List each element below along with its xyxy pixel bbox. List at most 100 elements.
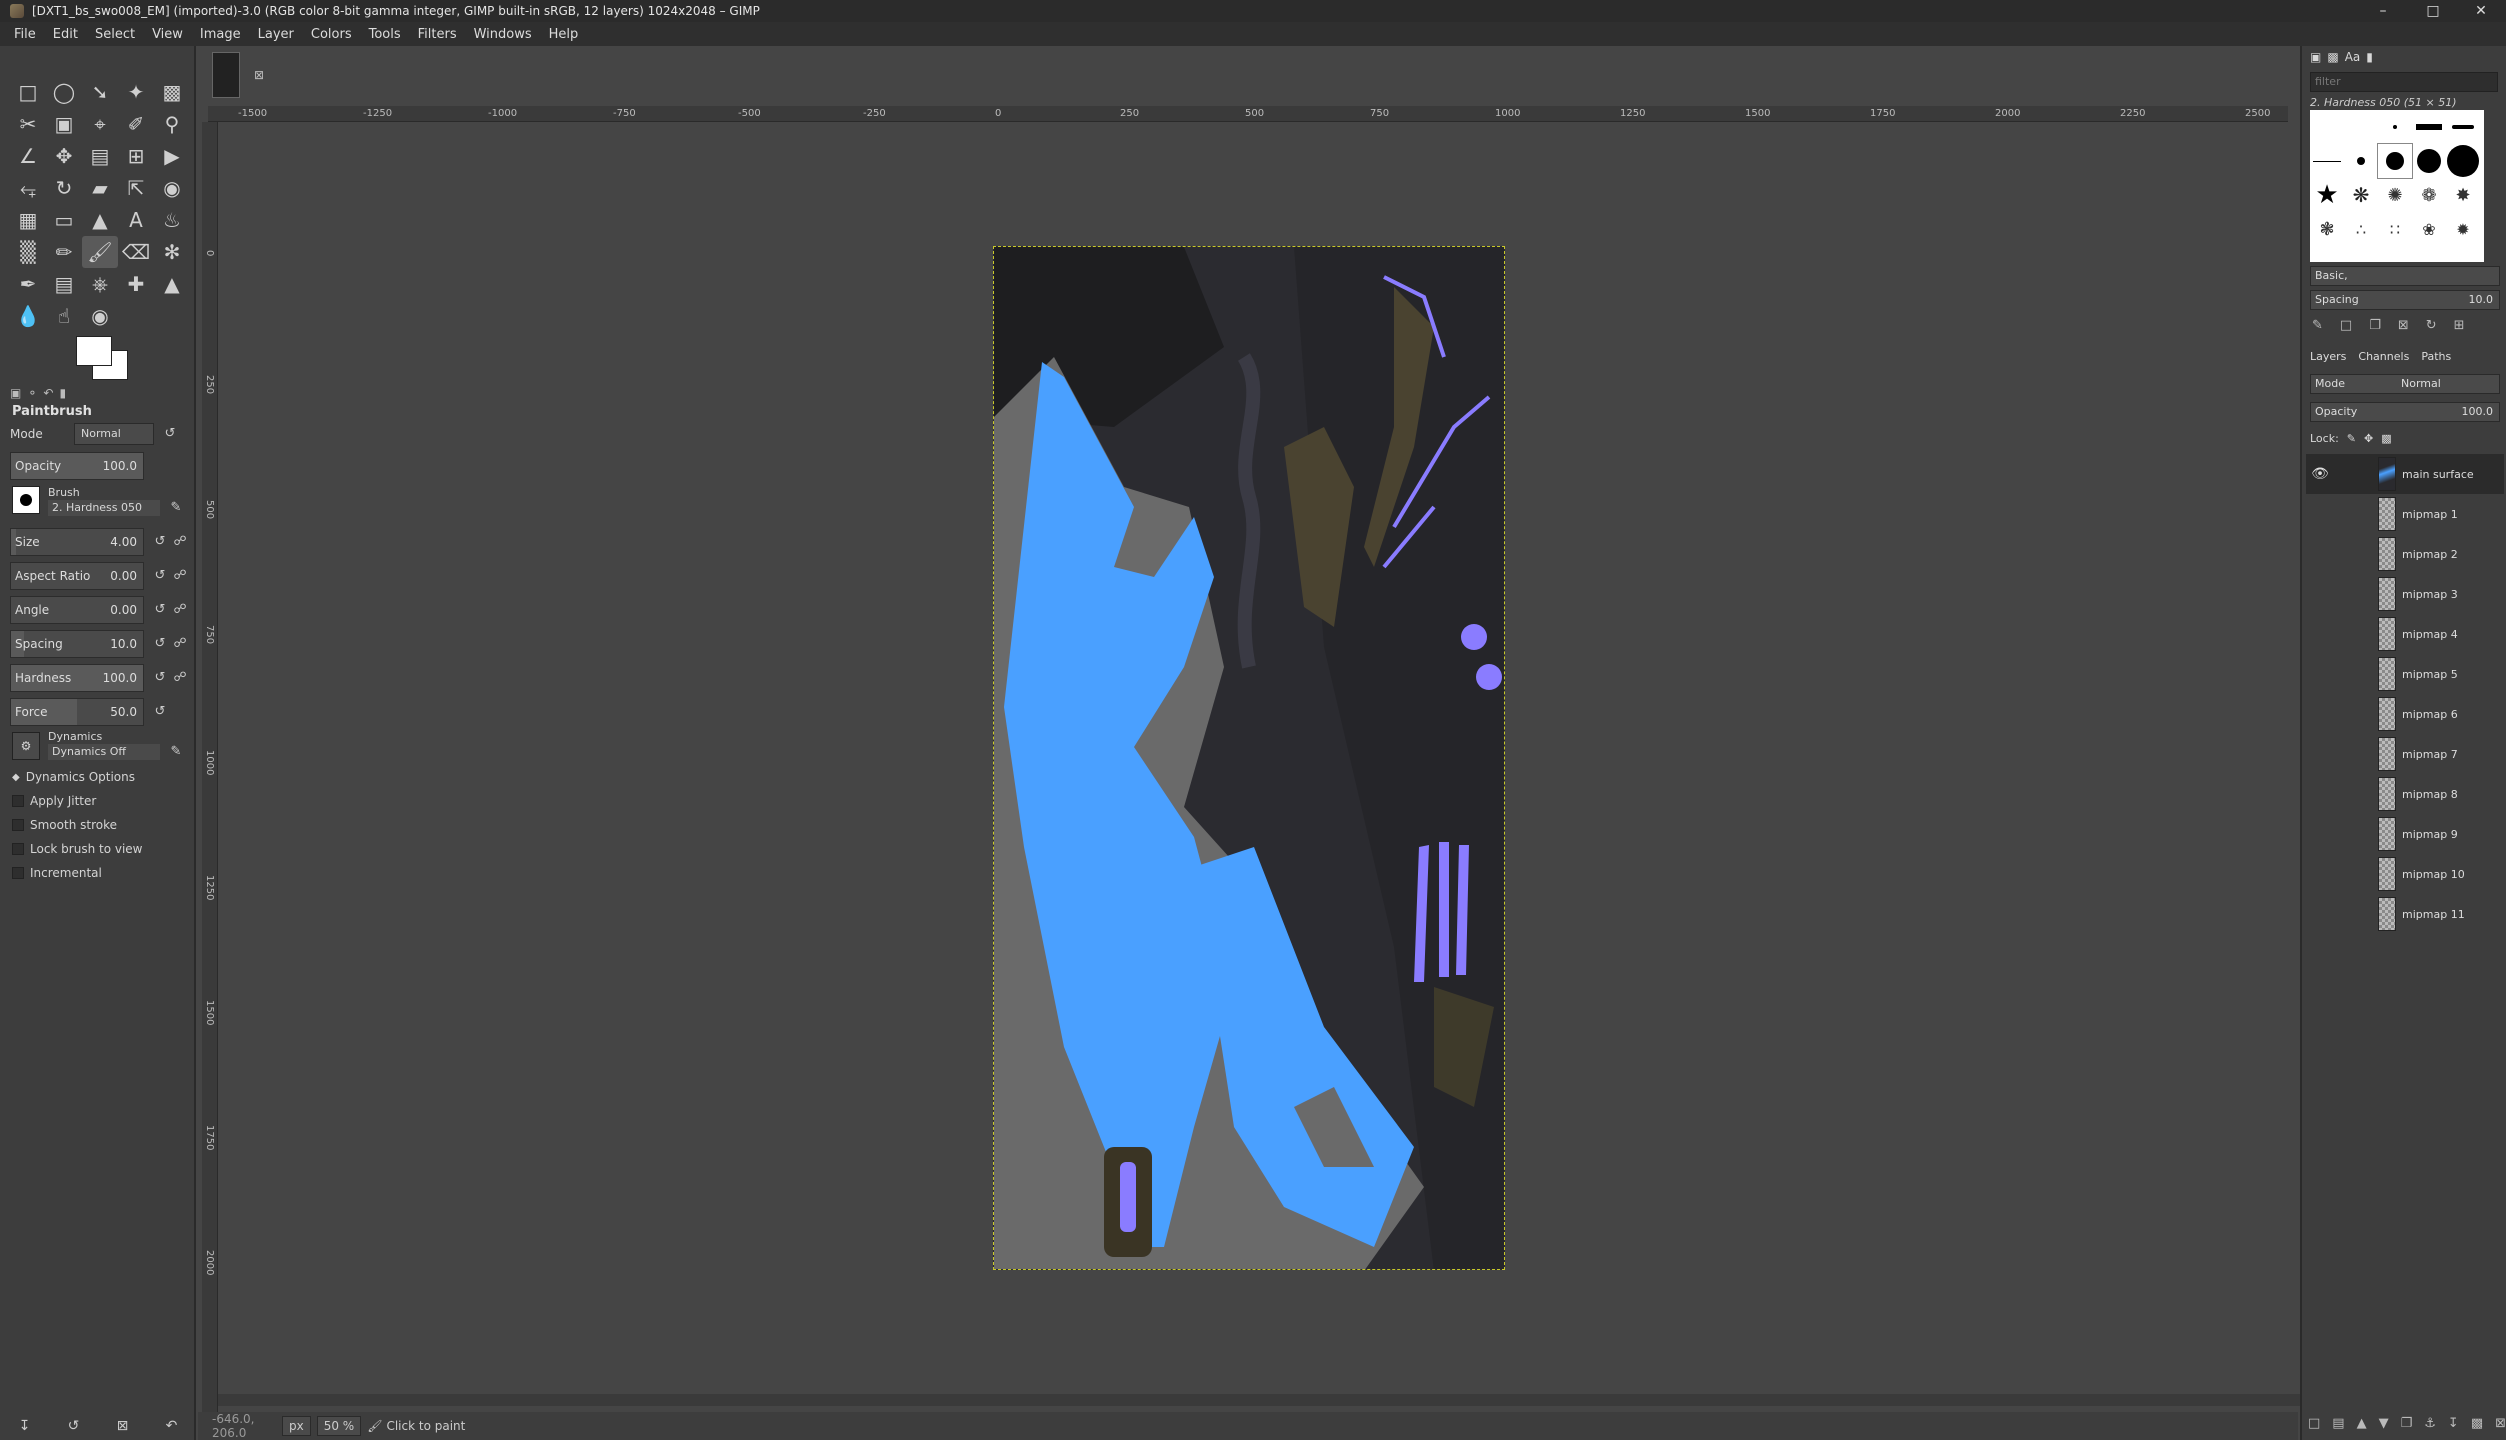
- color-picker-icon[interactable]: ✐: [118, 108, 154, 140]
- foreground-select-icon[interactable]: ▣: [46, 108, 82, 140]
- ink-icon[interactable]: ✒: [10, 268, 46, 300]
- hardness-link-icon[interactable]: ☍: [170, 666, 190, 690]
- incremental-checkbox[interactable]: Incremental: [12, 866, 102, 880]
- brushes-tab-icon[interactable]: ▣: [2310, 50, 2321, 64]
- perspective-icon[interactable]: ◉: [154, 172, 190, 204]
- new-layer-group-icon[interactable]: ▤: [2332, 1416, 2344, 1431]
- crop-icon[interactable]: ⌖: [82, 108, 118, 140]
- image-tab-thumbnail[interactable]: [212, 52, 240, 98]
- duplicate-brush-icon[interactable]: ❐: [2369, 318, 2381, 333]
- measure-icon[interactable]: ∠: [10, 140, 46, 172]
- restore-options-icon[interactable]: ↺: [68, 1418, 80, 1434]
- size-reset-icon[interactable]: ↺: [150, 530, 170, 554]
- tab-layers[interactable]: Layers: [2310, 350, 2346, 363]
- bucket-fill-icon[interactable]: ♨: [154, 204, 190, 236]
- close-button[interactable]: ✕: [2458, 0, 2504, 22]
- brush-name-field[interactable]: 2. Hardness 050: [48, 500, 160, 516]
- fg-bg-colors[interactable]: [76, 336, 136, 386]
- edit-dynamics-icon[interactable]: ✎: [166, 740, 186, 764]
- menu-help[interactable]: Help: [549, 27, 579, 42]
- patterns-tab-icon[interactable]: ▩: [2327, 50, 2338, 64]
- layer-row[interactable]: mipmap 7: [2306, 734, 2504, 774]
- move-icon[interactable]: ✥: [46, 140, 82, 172]
- cage-icon[interactable]: ▭: [46, 204, 82, 236]
- unit-dropdown[interactable]: px: [282, 1416, 311, 1436]
- crop-tool-icon[interactable]: ⊞: [118, 140, 154, 172]
- lock-brush-checkbox[interactable]: Lock brush to view: [12, 842, 143, 856]
- images-tab-icon[interactable]: ▮: [59, 386, 66, 400]
- menu-select[interactable]: Select: [95, 27, 135, 42]
- align-icon[interactable]: ▤: [82, 140, 118, 172]
- opacity-slider[interactable]: Opacity 100.0: [10, 452, 144, 480]
- delete-brush-icon[interactable]: ⊠: [2398, 318, 2409, 333]
- minimize-button[interactable]: –: [2360, 0, 2406, 22]
- reset-options-icon[interactable]: ↶: [166, 1418, 178, 1434]
- menu-tools[interactable]: Tools: [369, 27, 401, 42]
- lock-alpha-icon[interactable]: ▩: [2381, 432, 2391, 445]
- hardness-slider[interactable]: Hardness 100.0: [10, 664, 144, 692]
- tab-channels[interactable]: Channels: [2358, 350, 2409, 363]
- dynamics-options-expander[interactable]: ◆ Dynamics Options: [12, 770, 135, 784]
- raise-layer-icon[interactable]: ▲: [2357, 1416, 2367, 1431]
- size-slider[interactable]: Size 4.00: [10, 528, 144, 556]
- brush-preset-dropdown[interactable]: Basic,: [2310, 266, 2500, 286]
- new-brush-icon[interactable]: □: [2340, 318, 2352, 333]
- layer-row[interactable]: mipmap 9: [2306, 814, 2504, 854]
- mask-layer-icon[interactable]: ▩: [2471, 1416, 2483, 1431]
- text-icon[interactable]: A: [118, 204, 154, 236]
- tab-paths[interactable]: Paths: [2421, 350, 2451, 363]
- new-layer-icon[interactable]: □: [2308, 1416, 2320, 1431]
- unified-transform-icon[interactable]: ⥆: [10, 172, 46, 204]
- aspect-reset-icon[interactable]: ↺: [150, 564, 170, 588]
- scissors-icon[interactable]: ✂: [10, 108, 46, 140]
- blur-icon[interactable]: 💧: [10, 300, 46, 332]
- pencil-icon[interactable]: ✏: [46, 236, 82, 268]
- layer-row[interactable]: mipmap 2: [2306, 534, 2504, 574]
- save-options-icon[interactable]: ↧: [19, 1418, 31, 1434]
- brush-filter-input[interactable]: filter: [2310, 72, 2498, 92]
- force-reset-icon[interactable]: ↺: [150, 700, 170, 724]
- shear-icon[interactable]: ▰: [82, 172, 118, 204]
- device-status-tab-icon[interactable]: ⚬: [27, 386, 37, 400]
- text-cursor-icon[interactable]: ▶: [154, 140, 190, 172]
- eraser-icon[interactable]: ⌫: [118, 236, 154, 268]
- smooth-stroke-checkbox[interactable]: Smooth stroke: [12, 818, 117, 832]
- aspect-ratio-slider[interactable]: Aspect Ratio 0.00: [10, 562, 144, 590]
- menu-file[interactable]: File: [14, 27, 36, 42]
- tool-options-tab-icon[interactable]: ▣: [10, 386, 21, 400]
- open-brush-icon[interactable]: ⊞: [2454, 318, 2465, 333]
- maximize-button[interactable]: □: [2410, 0, 2456, 22]
- spacing-slider[interactable]: Spacing 10.0: [10, 630, 144, 658]
- ellipse-select-icon[interactable]: ◯: [46, 76, 82, 108]
- visibility-eye-icon[interactable]: 👁: [2306, 466, 2334, 482]
- layer-mode-row[interactable]: Mode Normal: [2310, 374, 2500, 394]
- force-slider[interactable]: Force 50.0: [10, 698, 144, 726]
- airbrush-icon[interactable]: ✻: [154, 236, 190, 268]
- edit-brush-icon[interactable]: ✎: [166, 496, 186, 520]
- layer-row[interactable]: mipmap 5: [2306, 654, 2504, 694]
- rotate-icon[interactable]: ↻: [46, 172, 82, 204]
- size-link-icon[interactable]: ☍: [170, 530, 190, 554]
- lock-position-icon[interactable]: ✥: [2364, 432, 2373, 445]
- layer-row[interactable]: mipmap 1: [2306, 494, 2504, 534]
- aspect-link-icon[interactable]: ☍: [170, 564, 190, 588]
- close-tab-icon[interactable]: ⊠: [254, 68, 264, 82]
- duplicate-layer-icon[interactable]: ❐: [2401, 1416, 2413, 1431]
- fonts-tab-icon[interactable]: Aa: [2345, 50, 2361, 64]
- lower-layer-icon[interactable]: ▼: [2379, 1416, 2389, 1431]
- dodge-burn-icon[interactable]: ◉: [82, 300, 118, 332]
- clone-icon[interactable]: ⎈: [82, 268, 118, 300]
- fuzzy-select-icon[interactable]: ✦: [118, 76, 154, 108]
- select-by-color-icon[interactable]: ▩: [154, 76, 190, 108]
- dynamics-field[interactable]: Dynamics Off: [48, 744, 160, 760]
- menu-colors[interactable]: Colors: [311, 27, 352, 42]
- delete-options-icon[interactable]: ⊠: [117, 1418, 129, 1434]
- layer-row[interactable]: mipmap 11: [2306, 894, 2504, 934]
- anchor-layer-icon[interactable]: ⚓: [2424, 1416, 2436, 1431]
- undo-history-tab-icon[interactable]: ↶: [43, 386, 53, 400]
- delete-layer-icon[interactable]: ⊠: [2495, 1416, 2506, 1431]
- horizontal-scrollbar[interactable]: [218, 1394, 2304, 1406]
- angle-reset-icon[interactable]: ↺: [150, 598, 170, 622]
- layer-row[interactable]: 👁 main surface: [2306, 454, 2504, 494]
- spacing-reset-icon[interactable]: ↺: [150, 632, 170, 656]
